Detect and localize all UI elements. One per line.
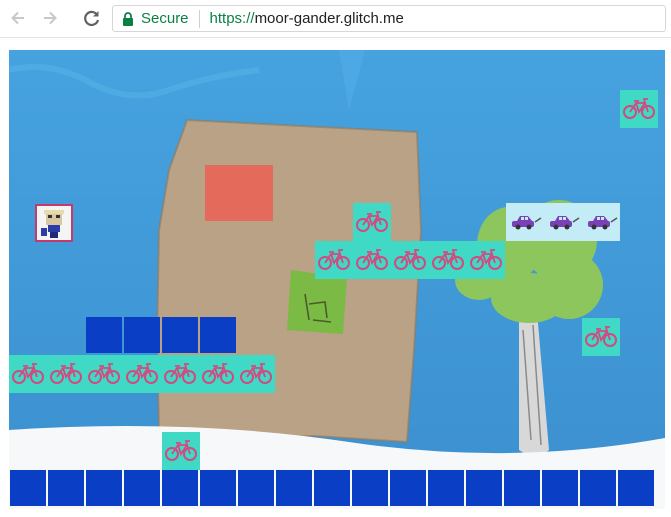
car-icon: [588, 216, 618, 230]
blue-brick: [352, 470, 388, 506]
blue-brick: [428, 470, 464, 506]
player-character: [35, 204, 73, 242]
bicycle-icon: [623, 98, 655, 119]
blue-brick: [276, 470, 312, 506]
forward-arrow-icon[interactable]: [38, 6, 62, 30]
bike-tile: [391, 241, 429, 279]
blue-brick: [200, 317, 236, 353]
blue-brick: [124, 470, 160, 506]
bicycle-icon: [356, 211, 388, 232]
bicycle-icon: [50, 363, 82, 384]
bike-tile: [582, 318, 620, 356]
bicycle-icon: [585, 326, 617, 347]
blue-brick: [86, 470, 122, 506]
bike-tile: [85, 355, 123, 393]
car-tile: [506, 203, 544, 241]
bicycle-icon: [432, 249, 464, 270]
omnibox-divider: [198, 9, 200, 28]
bike-tile: [315, 241, 353, 279]
blue-brick: [48, 470, 84, 506]
bike-tile: [467, 241, 505, 279]
bicycle-icon: [202, 363, 234, 384]
blue-brick: [504, 470, 540, 506]
bicycle-icon: [12, 363, 44, 384]
blue-brick: [466, 470, 502, 506]
blue-brick: [580, 470, 616, 506]
bike-tile: [237, 355, 275, 393]
browser-toolbar: Secure https:// moor-gander.glitch.me: [0, 0, 671, 38]
bicycle-icon: [394, 249, 426, 270]
url-host: moor-gander.glitch.me: [254, 10, 404, 27]
url-scheme: https://: [209, 10, 255, 27]
blue-brick: [238, 470, 274, 506]
secure-label: Secure: [141, 10, 189, 27]
bicycle-icon: [240, 363, 272, 384]
bike-tile: [353, 203, 391, 241]
bike-tile: [47, 355, 85, 393]
bicycle-icon: [165, 440, 197, 461]
blue-brick: [86, 317, 122, 353]
bike-tile: [9, 355, 47, 393]
blue-brick: [390, 470, 426, 506]
bicycle-icon: [164, 363, 196, 384]
bike-tile: [199, 355, 237, 393]
bike-tile: [162, 432, 200, 470]
lock-icon: [122, 11, 134, 26]
blue-brick: [542, 470, 578, 506]
car-tile: [582, 203, 620, 241]
car-icon: [512, 216, 542, 230]
blue-brick: [314, 470, 350, 506]
reload-icon[interactable]: [80, 6, 104, 30]
bicycle-icon: [126, 363, 158, 384]
blue-brick: [162, 317, 198, 353]
back-arrow-icon[interactable]: [6, 6, 30, 30]
car-icon: [550, 216, 580, 230]
blue-brick: [200, 470, 236, 506]
bike-tile: [620, 90, 658, 128]
blue-brick: [124, 317, 160, 353]
bicycle-icon: [88, 363, 120, 384]
bike-tile: [161, 355, 199, 393]
blue-brick: [162, 470, 198, 506]
bike-tile: [353, 241, 391, 279]
game-canvas[interactable]: [9, 50, 665, 509]
address-bar[interactable]: Secure https:// moor-gander.glitch.me: [112, 5, 666, 32]
blue-brick: [618, 470, 654, 506]
car-tile: [544, 203, 582, 241]
bike-tile: [123, 355, 161, 393]
bicycle-icon: [470, 249, 502, 270]
bicycle-icon: [356, 249, 388, 270]
blue-brick: [10, 470, 46, 506]
bicycle-icon: [318, 249, 350, 270]
bike-tile: [429, 241, 467, 279]
background-scene: [9, 50, 665, 509]
